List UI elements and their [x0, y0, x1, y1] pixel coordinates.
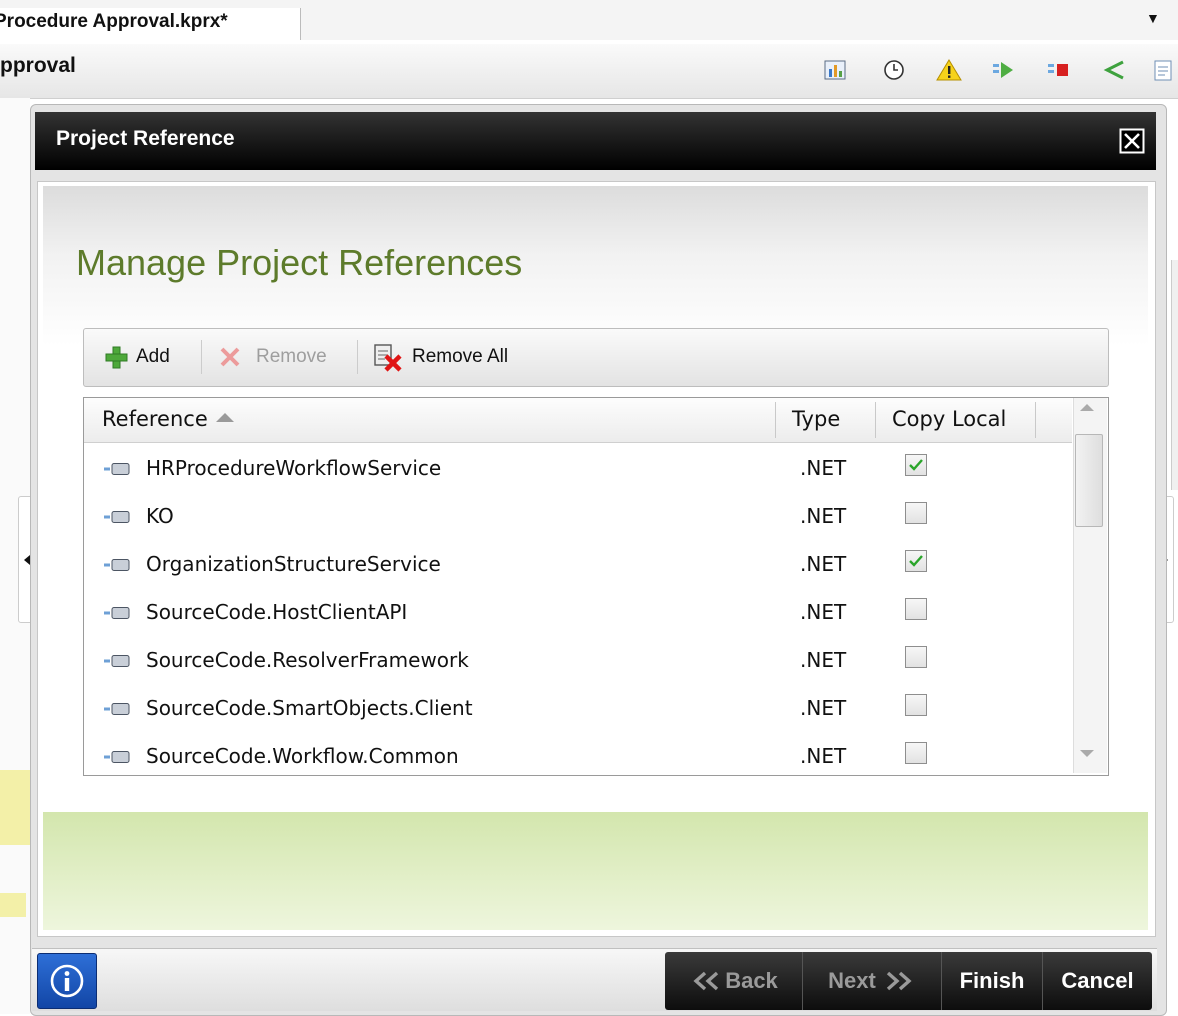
dialog-title: Project Reference — [56, 127, 235, 150]
copy-local-checkbox[interactable] — [905, 598, 927, 620]
reference-icon — [104, 702, 130, 715]
document-icon[interactable] — [1150, 56, 1178, 84]
back-button[interactable]: Back — [665, 952, 802, 1010]
reference-name: SourceCode.Workflow.Common — [146, 744, 459, 768]
reference-type: .NET — [800, 600, 847, 624]
reference-icon — [104, 654, 130, 667]
remove-all-button-label: Remove All — [412, 346, 509, 367]
reference-type: .NET — [800, 648, 847, 672]
sort-ascending-icon — [216, 413, 234, 422]
add-button[interactable]: Add — [104, 343, 170, 371]
table-row[interactable]: OrganizationStructureService .NET — [84, 540, 1072, 588]
copy-local-checkbox[interactable] — [905, 742, 927, 764]
tab-dropdown-icon[interactable]: ▼ — [1146, 10, 1160, 26]
checkmark-icon — [909, 459, 923, 471]
reference-name: HRProcedureWorkflowService — [146, 456, 442, 480]
document-tab[interactable]: Procedure Approval.kprx* — [0, 8, 301, 40]
reference-type: .NET — [800, 552, 847, 576]
cancel-button[interactable]: Cancel — [1042, 952, 1152, 1010]
reference-icon — [104, 462, 130, 475]
info-button[interactable] — [37, 953, 97, 1009]
toolbar-separator — [201, 340, 202, 374]
table-row[interactable]: SourceCode.HostClientAPI .NET — [84, 588, 1072, 636]
dialog-info-band — [43, 812, 1148, 930]
reference-icon — [104, 750, 130, 763]
copy-local-checkbox[interactable] — [905, 454, 927, 476]
stop-arrow-icon[interactable] — [1045, 56, 1073, 84]
share-icon[interactable] — [1100, 56, 1128, 84]
close-icon — [1119, 128, 1145, 154]
canvas-shape — [0, 770, 30, 845]
reference-type: .NET — [800, 504, 847, 528]
reference-type: .NET — [800, 456, 847, 480]
copy-local-checkbox[interactable] — [905, 550, 927, 572]
remove-icon — [220, 347, 240, 367]
column-separator[interactable] — [875, 402, 876, 438]
next-button[interactable]: Next — [802, 952, 941, 1010]
column-separator[interactable] — [1035, 402, 1036, 438]
table-row[interactable]: SourceCode.SmartObjects.Client .NET — [84, 684, 1072, 732]
scroll-up-icon[interactable] — [1080, 404, 1094, 411]
remove-all-icon — [374, 344, 402, 372]
table-row[interactable]: SourceCode.ResolverFramework .NET — [84, 636, 1072, 684]
remove-button-label: Remove — [256, 346, 327, 367]
canvas-shape — [0, 893, 26, 917]
finish-button-label: Finish — [959, 968, 1025, 993]
reference-name: OrganizationStructureService — [146, 552, 441, 576]
copy-local-checkbox[interactable] — [905, 646, 927, 668]
reference-name: SourceCode.ResolverFramework — [146, 648, 469, 672]
table-row[interactable]: SourceCode.Workflow.Common .NET — [84, 732, 1072, 772]
scroll-thumb[interactable] — [1075, 434, 1103, 527]
reference-icon — [104, 558, 130, 571]
next-button-label: Next — [828, 968, 876, 993]
clock-icon[interactable] — [880, 56, 908, 84]
column-header-copy-local[interactable]: Copy Local — [892, 407, 1006, 431]
finish-button[interactable]: Finish — [941, 952, 1042, 1010]
column-separator[interactable] — [775, 402, 776, 438]
column-header-type[interactable]: Type — [792, 407, 840, 431]
reference-type: .NET — [800, 696, 847, 720]
back-button-label: Back — [725, 968, 778, 993]
add-icon — [105, 346, 128, 369]
toolbar-separator — [357, 340, 358, 374]
remove-all-button[interactable]: Remove All — [372, 343, 509, 372]
copy-local-checkbox[interactable] — [905, 502, 927, 524]
cancel-button-label: Cancel — [1061, 968, 1134, 993]
canvas-right-scrollbar[interactable] — [1171, 260, 1178, 490]
remove-button[interactable]: Remove — [218, 343, 327, 371]
column-header-reference[interactable]: Reference — [102, 407, 208, 431]
reference-name: SourceCode.SmartObjects.Client — [146, 696, 473, 720]
info-icon — [50, 964, 84, 998]
chart-icon[interactable] — [821, 56, 849, 84]
reference-icon — [104, 606, 130, 619]
page-heading: Manage Project References — [76, 242, 523, 283]
table-row[interactable]: HRProcedureWorkflowService .NET — [84, 444, 1072, 492]
reference-name: SourceCode.HostClientAPI — [146, 600, 408, 624]
table-row[interactable]: KO .NET — [84, 492, 1072, 540]
play-arrow-icon[interactable] — [990, 56, 1018, 84]
scroll-down-icon[interactable] — [1080, 750, 1094, 757]
warning-icon[interactable] — [935, 56, 963, 84]
document-tab-label: Procedure Approval.kprx* — [0, 11, 228, 32]
back-chevrons-icon — [693, 971, 719, 991]
copy-local-checkbox[interactable] — [905, 694, 927, 716]
close-button[interactable] — [1118, 127, 1146, 155]
reference-icon — [104, 510, 130, 523]
checkmark-icon — [909, 555, 923, 567]
designer-title: pproval — [0, 54, 76, 77]
add-button-label: Add — [136, 346, 170, 367]
next-chevrons-icon — [886, 971, 912, 991]
reference-type: .NET — [800, 744, 847, 768]
reference-name: KO — [146, 504, 174, 528]
